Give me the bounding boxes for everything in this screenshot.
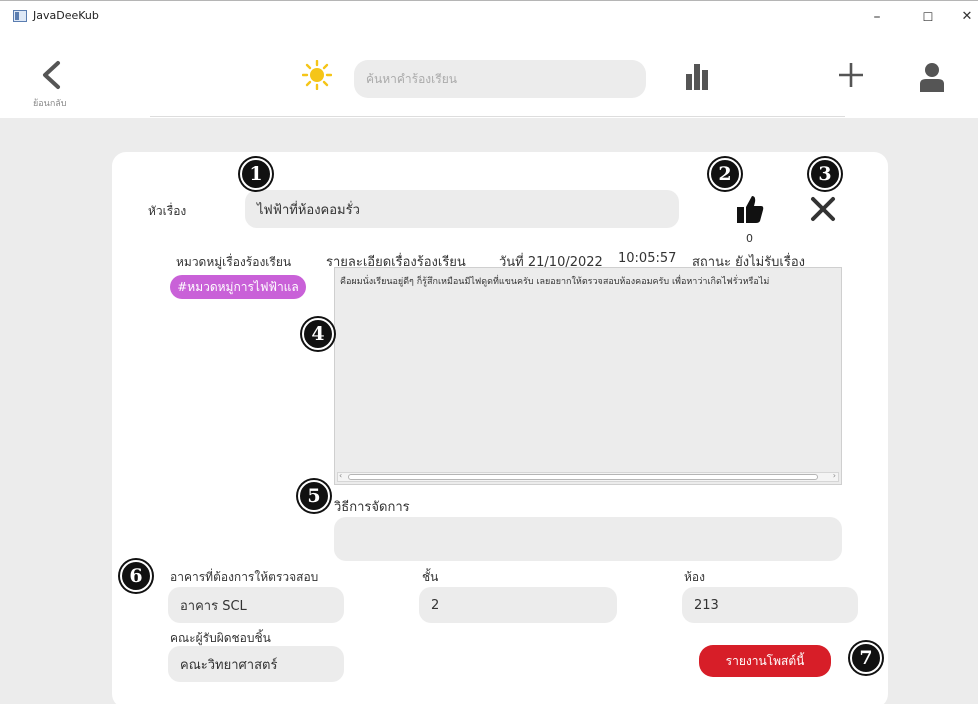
time-label: 10:05:57 bbox=[618, 251, 677, 266]
app-header: ย้อนกลับ bbox=[0, 32, 978, 118]
app-icon bbox=[13, 10, 27, 22]
header-divider bbox=[150, 116, 845, 117]
close-icon[interactable] bbox=[810, 196, 836, 222]
search-input[interactable] bbox=[354, 60, 646, 98]
floor-field[interactable]: 2 bbox=[419, 587, 617, 623]
detail-text: คือผมนั่งเรียนอยู่ดีๆ ก็รู้สึกเหมือนมีไฟ… bbox=[340, 277, 770, 287]
method-label: วิธีการจัดการ bbox=[334, 500, 410, 515]
back-button[interactable]: ย้อนกลับ bbox=[28, 56, 78, 110]
scrollbar-thumb[interactable] bbox=[348, 474, 818, 480]
add-icon[interactable] bbox=[838, 62, 864, 88]
annotation-marker-1: 1 bbox=[240, 158, 272, 190]
faculty-field[interactable]: คณะวิทยาศาสตร์ bbox=[168, 646, 344, 682]
chevron-left-icon bbox=[43, 61, 60, 89]
scroll-right-icon[interactable]: › bbox=[833, 471, 836, 480]
annotation-marker-7: 7 bbox=[850, 642, 882, 674]
thumbs-up-icon[interactable] bbox=[736, 194, 764, 224]
close-window-button[interactable]: ✕ bbox=[952, 7, 978, 27]
building-field[interactable]: อาคาร SCL bbox=[168, 587, 344, 623]
window-titlebar: JavaDeeKub – ☐ ✕ bbox=[0, 0, 978, 32]
scroll-left-icon[interactable]: ‹ bbox=[339, 471, 342, 480]
annotation-marker-3: 3 bbox=[809, 158, 841, 190]
annotation-marker-5: 5 bbox=[298, 480, 330, 512]
room-label: ห้อง bbox=[684, 570, 705, 584]
detail-textarea[interactable]: คือผมนั่งเรียนอยู่ดีๆ ก็รู้สึกเหมือนมีไฟ… bbox=[334, 267, 842, 485]
like-count: 0 bbox=[746, 232, 753, 245]
bar-chart-icon[interactable] bbox=[684, 62, 710, 90]
annotation-marker-4: 4 bbox=[302, 318, 334, 350]
room-field[interactable]: 213 bbox=[682, 587, 858, 623]
topic-field[interactable]: ไฟฟ้าที่ห้องคอมรั่ว bbox=[245, 190, 679, 228]
annotation-marker-6: 6 bbox=[120, 560, 152, 592]
window-title: JavaDeeKub bbox=[33, 9, 99, 22]
user-icon[interactable] bbox=[918, 62, 946, 92]
category-chip[interactable]: #หมวดหมู่การไฟฟ้าแล bbox=[170, 275, 306, 299]
topic-label: หัวเรื่อง bbox=[148, 204, 187, 218]
horizontal-scrollbar[interactable]: ‹ › bbox=[337, 471, 839, 482]
minimize-button[interactable]: – bbox=[862, 7, 892, 27]
floor-label: ชั้น bbox=[422, 570, 439, 584]
sun-icon[interactable] bbox=[302, 60, 332, 90]
maximize-button[interactable]: ☐ bbox=[913, 7, 943, 27]
category-label: หมวดหมู่เรื่องร้องเรียน bbox=[176, 255, 292, 269]
method-field[interactable] bbox=[334, 517, 842, 561]
building-label: อาคารที่ต้องการให้ตรวจสอบ bbox=[170, 570, 319, 584]
report-post-button[interactable]: รายงานโพสต์นี้ bbox=[699, 645, 831, 677]
complaint-card: หัวเรื่อง ไฟฟ้าที่ห้องคอมรั่ว 0 หมวดหมู่… bbox=[112, 152, 888, 704]
back-label: ย้อนกลับ bbox=[33, 99, 67, 109]
annotation-marker-2: 2 bbox=[709, 158, 741, 190]
